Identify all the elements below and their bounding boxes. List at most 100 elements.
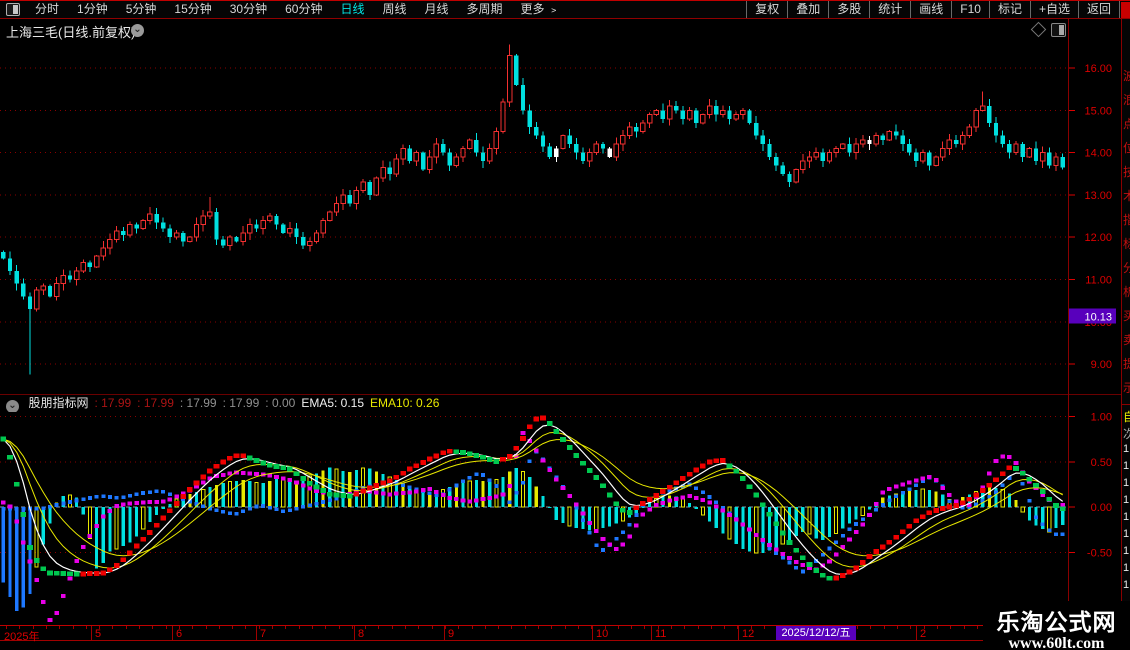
ladder-step-106: [706, 459, 713, 465]
candle-126: [840, 143, 846, 149]
hist-bar-75: [501, 477, 505, 507]
menu-item-period-5[interactable]: 60分钟: [276, 1, 331, 18]
blue-dot-125: [834, 540, 839, 544]
candle-6: [40, 285, 47, 291]
candle-36: [240, 232, 246, 242]
menu-item-tool-6[interactable]: 标记: [988, 1, 1030, 18]
ladder-step-148: [986, 482, 993, 488]
axis-tick: [59, 626, 60, 629]
magenta-step-46: [307, 486, 313, 491]
blue-dot-129: [860, 517, 865, 522]
blue-dot-2: [14, 507, 19, 511]
axis-tick: [339, 626, 340, 629]
axis-tick: [551, 626, 552, 629]
axis-tick: [472, 626, 473, 629]
menu-item-period-9[interactable]: 多周期: [458, 1, 512, 18]
ladder-step-37: [247, 455, 253, 461]
hist-bar-21: [141, 506, 146, 530]
diamond-icon[interactable]: [1030, 21, 1047, 38]
axis-tick: [86, 626, 87, 629]
panel-icon[interactable]: [1051, 23, 1066, 37]
menu-item-period-10[interactable]: 更多 ﹥: [512, 1, 569, 18]
main-price-chart[interactable]: 16.0015.0014.0013.0012.0011.0010.009.001…: [0, 40, 1130, 394]
menu-item-period-4[interactable]: 30分钟: [221, 1, 276, 18]
menu-item-period-7[interactable]: 周线: [373, 1, 415, 18]
ladder-step-134: [893, 534, 899, 540]
axis-tick: [46, 626, 47, 629]
hist-bar-83: [554, 507, 558, 520]
candle-50: [333, 202, 340, 213]
ladder-step-25: [167, 508, 173, 514]
magenta-step-94: [627, 534, 632, 539]
menu-item-tool-2[interactable]: 多股: [828, 1, 869, 18]
menu-item-period-1[interactable]: 1分钟: [68, 1, 117, 18]
menu-item-tool-3[interactable]: 统计: [869, 1, 910, 18]
hist-bar-24: [161, 507, 165, 509]
axis-tick: [192, 626, 193, 629]
menu-item-tool-0[interactable]: 复权: [746, 1, 787, 18]
magenta-step-6: [41, 599, 46, 604]
candle-147: [980, 105, 986, 111]
chevron-down-icon[interactable]: ⌄: [131, 24, 144, 37]
hist-bar-127: [847, 507, 852, 524]
candle-79: [527, 110, 532, 128]
indicator-header: ⌄ 股朋指标网: 17.99: 17.99: 17.99: 17.99: 0.0…: [0, 394, 1130, 412]
blue-dot-42: [281, 509, 286, 513]
menu-item-tool-8[interactable]: 返回: [1077, 1, 1120, 18]
menu-item-period-3[interactable]: 15分钟: [165, 1, 220, 18]
menu-item-tool-1[interactable]: 叠加: [787, 1, 828, 18]
candle-121: [806, 156, 813, 162]
strip-char: 买: [1123, 307, 1130, 324]
axis-tick: [511, 626, 512, 629]
magenta-step-99: [660, 500, 666, 505]
blue-dot-41: [274, 507, 279, 512]
menu-item-period-8[interactable]: 月线: [416, 1, 458, 18]
hist-bar-20: [134, 507, 139, 537]
blue-dot-38: [254, 504, 259, 509]
ladder-step-156: [1039, 489, 1046, 494]
chevron-down-icon[interactable]: ⌄: [6, 400, 19, 412]
axis-tick: [152, 626, 153, 629]
menu-item-period-6[interactable]: 日线: [331, 1, 373, 18]
time-axis[interactable]: 2025年 5 6 7 8 9 10 11 12 2 2025/12/12/五: [0, 625, 1130, 643]
menu-item-tool-5[interactable]: F10: [951, 1, 989, 18]
magenta-step-47: [314, 489, 319, 494]
candle-51: [340, 194, 346, 204]
magenta-step-100: [667, 498, 672, 503]
blue-dot-124: [827, 546, 832, 551]
blue-dot-89: [594, 543, 599, 548]
indicator-chart[interactable]: 1.00 0.50 0.00 -0.50: [0, 412, 1130, 625]
ladder-step-112: [746, 484, 753, 490]
axis-tick: [206, 626, 207, 629]
blue-dot-106: [707, 495, 712, 499]
hist-bar-38: [254, 481, 259, 508]
ladder-step-69: [460, 450, 466, 455]
candle-80: [534, 127, 539, 136]
corner-scroll-block[interactable]: [1121, 2, 1130, 18]
magenta-step-75: [500, 492, 506, 497]
menu-item-tool-4[interactable]: 画线: [910, 1, 951, 18]
strip-digit: 1: [1123, 579, 1130, 591]
magenta-step-120: [800, 563, 806, 568]
ladder-step-63: [420, 460, 426, 465]
blue-dot-17: [114, 495, 119, 500]
hist-bar-135: [901, 492, 905, 507]
candle-3: [21, 283, 26, 297]
candle-146: [973, 109, 979, 128]
menu-item-period-2[interactable]: 5分钟: [117, 1, 166, 18]
menu-item-tool-7[interactable]: +自选: [1029, 1, 1078, 18]
hist-bar-9: [61, 496, 65, 507]
layout-split-icon[interactable]: [6, 3, 20, 16]
menu-item-period-0[interactable]: 分时: [26, 1, 68, 18]
candle-65: [433, 143, 440, 158]
blue-dot-22: [147, 490, 152, 494]
magenta-step-90: [600, 536, 606, 541]
magenta-step-36: [240, 471, 246, 476]
ladder-step-46: [307, 480, 313, 486]
candle-73: [486, 147, 493, 162]
magenta-step-105: [700, 498, 706, 503]
magenta-step-60: [400, 491, 406, 496]
blue-dot-10: [67, 500, 72, 504]
axis-tick: [365, 626, 366, 629]
axis-tick: [698, 626, 699, 629]
